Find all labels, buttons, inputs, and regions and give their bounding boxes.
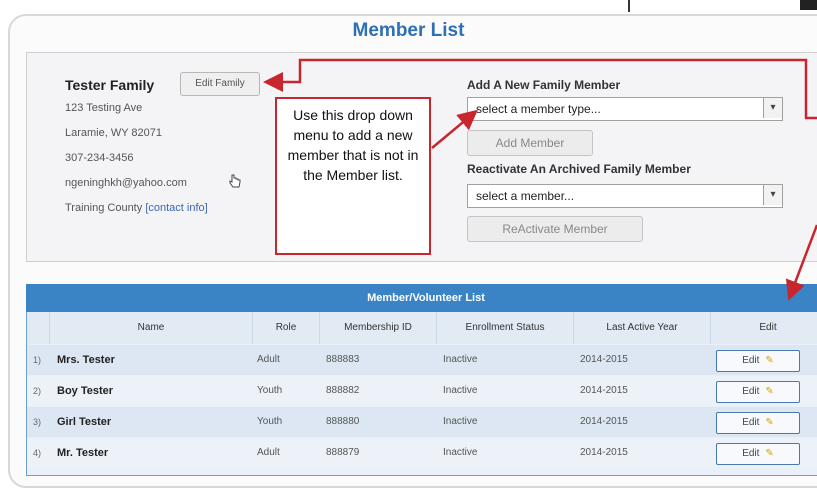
- table-row: 3) Girl Tester Youth 888880 Inactive 201…: [27, 407, 817, 437]
- row-number: 1): [33, 355, 42, 365]
- member-status: Inactive: [443, 416, 478, 427]
- hand-pointer-icon: [229, 174, 241, 188]
- row-number: 4): [33, 448, 42, 458]
- column-header-last-active-year: Last Active Year: [574, 312, 711, 344]
- archived-member-select-value: select a member...: [476, 189, 575, 203]
- reactivate-member-button[interactable]: ReActivate Member: [467, 216, 643, 242]
- annotation-callout: Use this drop down menu to add a new mem…: [275, 97, 431, 255]
- member-type-select-value: select a member type...: [476, 102, 601, 116]
- member-name: Girl Tester: [57, 416, 112, 428]
- chevron-down-icon[interactable]: ▾: [763, 185, 782, 205]
- row-number: 2): [33, 386, 42, 396]
- member-last-active-year: 2014-2015: [580, 354, 628, 365]
- pencil-icon: ✎: [765, 386, 774, 397]
- page-title: Member List: [352, 20, 465, 41]
- annotation-text: Use this drop down menu to add a new mem…: [287, 107, 419, 183]
- member-status: Inactive: [443, 447, 478, 458]
- family-phone: 307-234-3456: [65, 152, 134, 164]
- column-header-edit: Edit: [711, 312, 817, 344]
- member-id: 888880: [326, 416, 360, 427]
- member-role: Adult: [257, 447, 280, 458]
- row-number: 3): [33, 417, 42, 427]
- edit-label: Edit: [742, 448, 760, 459]
- chevron-down-icon[interactable]: ▾: [763, 98, 782, 118]
- family-address-line2: Laramie, WY 82071: [65, 127, 163, 139]
- edit-label: Edit: [742, 386, 760, 397]
- top-corner-mark: [800, 0, 817, 10]
- member-role: Adult: [257, 354, 280, 365]
- member-last-active-year: 2014-2015: [580, 447, 628, 458]
- member-name: Mrs. Tester: [57, 354, 115, 366]
- column-header-membership-id: Membership ID: [320, 312, 437, 344]
- edit-label: Edit: [742, 355, 760, 366]
- pencil-icon: ✎: [765, 448, 774, 459]
- table-row: 1) Mrs. Tester Adult 888883 Inactive 201…: [27, 345, 817, 375]
- pencil-icon: ✎: [765, 355, 774, 366]
- member-type-select[interactable]: select a member type... ▾: [467, 97, 783, 121]
- pencil-icon: ✎: [765, 417, 774, 428]
- member-name: Boy Tester: [57, 385, 114, 397]
- member-table-title: Member/Volunteer List: [26, 284, 817, 312]
- column-header-role: Role: [253, 312, 320, 344]
- top-divider-line: [628, 0, 630, 12]
- member-role: Youth: [257, 385, 283, 396]
- table-row: 2) Boy Tester Youth 888882 Inactive 2014…: [27, 376, 817, 406]
- member-name: Mr. Tester: [57, 447, 109, 459]
- member-status: Inactive: [443, 354, 478, 365]
- reactivate-label: Reactivate An Archived Family Member: [467, 162, 691, 176]
- edit-member-button[interactable]: Edit ✎: [716, 350, 800, 372]
- member-status: Inactive: [443, 385, 478, 396]
- edit-family-button[interactable]: Edit Family: [180, 72, 260, 96]
- member-id: 888879: [326, 447, 360, 458]
- edit-member-button[interactable]: Edit ✎: [716, 381, 800, 403]
- family-county-line: Training County [contact info]: [65, 202, 208, 214]
- add-member-button[interactable]: Add Member: [467, 130, 593, 156]
- column-header-enrollment-status: Enrollment Status: [437, 312, 574, 344]
- family-name: Tester Family: [65, 77, 155, 93]
- member-id: 888882: [326, 385, 360, 396]
- table-row: 4) Mr. Tester Adult 888879 Inactive 2014…: [27, 438, 817, 468]
- column-header-name: Name: [50, 312, 253, 344]
- column-header-number: [27, 312, 50, 344]
- edit-member-button[interactable]: Edit ✎: [716, 443, 800, 465]
- archived-member-select[interactable]: select a member... ▾: [467, 184, 783, 208]
- add-member-label: Add A New Family Member: [467, 78, 621, 92]
- family-email[interactable]: ngeninghkh@yahoo.com: [65, 177, 187, 189]
- member-last-active-year: 2014-2015: [580, 385, 628, 396]
- edit-label: Edit: [742, 417, 760, 428]
- member-last-active-year: 2014-2015: [580, 416, 628, 427]
- edit-member-button[interactable]: Edit ✎: [716, 412, 800, 434]
- family-county: Training County: [65, 202, 143, 214]
- family-address-line1: 123 Testing Ave: [65, 102, 143, 114]
- member-id: 888883: [326, 354, 360, 365]
- screenshot-stage: Member List Tester Family Edit Family 12…: [0, 0, 817, 490]
- contact-info-link[interactable]: [contact info]: [145, 202, 207, 214]
- member-role: Youth: [257, 416, 283, 427]
